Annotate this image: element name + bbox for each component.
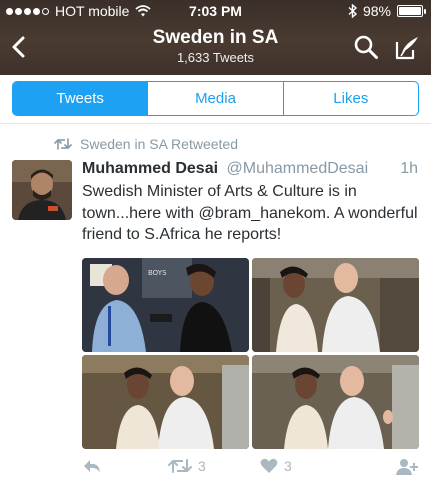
follow-button[interactable] — [396, 458, 418, 476]
tweet-photo-3[interactable] — [82, 355, 249, 449]
retweet-context-icon — [54, 138, 72, 150]
reply-icon — [84, 460, 100, 472]
search-icon[interactable] — [353, 34, 379, 60]
bluetooth-icon — [348, 4, 357, 18]
avatar[interactable] — [12, 160, 72, 220]
tweet-photo-4[interactable] — [252, 355, 419, 449]
nav-bar: Sweden in SA 1,633 Tweets — [0, 22, 431, 75]
battery-icon — [397, 5, 426, 17]
like-button[interactable]: 3 — [260, 458, 292, 474]
retweet-count: 3 — [198, 458, 206, 474]
photo-grid: BOYS — [82, 258, 419, 449]
add-user-icon — [396, 459, 418, 475]
tab-likes[interactable]: Likes — [282, 82, 418, 115]
tweet-text: Swedish Minister of Arts & Culture is in… — [82, 183, 418, 243]
tab-tweets[interactable]: Tweets — [13, 82, 148, 115]
tweet-actions: 3 3 — [82, 458, 420, 484]
photo-sign-text: BOYS — [148, 269, 167, 277]
profile-header: HOT mobile 7:03 PM 98% Sweden in SA 1,63… — [0, 0, 431, 75]
tweet-photo-2[interactable] — [252, 258, 419, 352]
tweet-photo-1[interactable]: BOYS — [82, 258, 249, 352]
tweet-header: Muhammed Desai @MuhammedDesai 1h — [82, 160, 420, 178]
retweet-button[interactable]: 3 — [168, 458, 206, 474]
author-name[interactable]: Muhammed Desai — [82, 160, 218, 177]
heart-icon — [260, 458, 278, 473]
author-handle[interactable]: @MuhammedDesai — [227, 160, 369, 177]
retweet-icon — [168, 459, 192, 473]
compose-tweet-icon[interactable] — [393, 34, 421, 62]
like-count: 3 — [284, 458, 292, 474]
retweet-context-label[interactable]: Sweden in SA Retweeted — [80, 136, 238, 152]
retweet-context: Sweden in SA Retweeted — [54, 136, 238, 152]
profile-tabs: Tweets Media Likes — [12, 81, 419, 116]
tab-media[interactable]: Media — [147, 82, 282, 115]
reply-button[interactable] — [82, 458, 102, 474]
battery-percent: 98% — [362, 3, 391, 19]
tweet-age: 1h — [400, 160, 418, 177]
divider — [0, 123, 431, 124]
status-bar: HOT mobile 7:03 PM 98% — [0, 0, 431, 22]
